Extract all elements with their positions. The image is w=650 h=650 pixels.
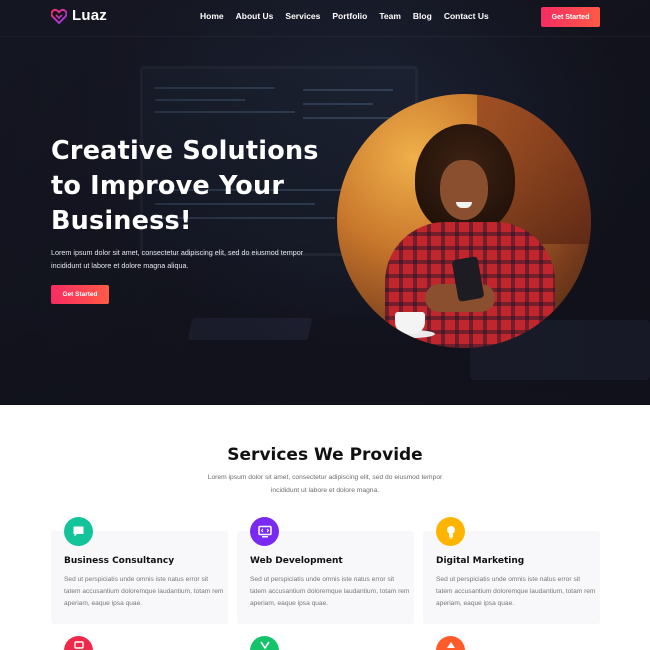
service-card-title: Digital Marketing — [436, 556, 525, 566]
nav-home[interactable]: Home — [200, 11, 224, 21]
lightbulb-icon — [436, 517, 465, 546]
hero-get-started-button[interactable]: Get Started — [51, 285, 109, 304]
nav-get-started-button[interactable]: Get Started — [541, 7, 600, 27]
services-title: Services We Provide — [227, 445, 423, 465]
hero-photo — [337, 94, 591, 348]
monitor-icon — [250, 517, 279, 546]
service-icon-next-row-2 — [250, 636, 279, 650]
service-card-text: Sed ut perspiciatis unde omnis iste natu… — [64, 576, 224, 607]
logo[interactable]: Luaz — [51, 7, 107, 24]
nav-services[interactable]: Services — [285, 11, 320, 21]
services-subtitle: Lorem ipsum dolor sit amet, consectetur … — [207, 474, 443, 494]
nav-portfolio[interactable]: Portfolio — [332, 11, 367, 21]
hero-title: Creative Solutions to Improve Your Busin… — [51, 136, 319, 236]
service-card-text: Sed ut perspiciatis unde omnis iste natu… — [436, 576, 596, 607]
chat-bubble-icon — [64, 517, 93, 546]
service-card-title: Web Development — [250, 556, 343, 566]
brand-name: Luaz — [72, 7, 107, 24]
hero-subtitle: Lorem ipsum dolor sit amet, consectetur … — [51, 248, 304, 270]
top-navigation: Luaz Home About Us Services Portfolio Te… — [0, 0, 650, 36]
service-card-text: Sed ut perspiciatis unde omnis iste natu… — [250, 576, 410, 607]
service-icon-next-row-1 — [64, 636, 93, 650]
service-card-title: Business Consultancy — [64, 556, 175, 566]
nav-contact-us[interactable]: Contact Us — [444, 11, 489, 21]
nav-about-us[interactable]: About Us — [236, 11, 274, 21]
nav-team[interactable]: Team — [379, 11, 401, 21]
service-icon-next-row-3 — [436, 636, 465, 650]
logo-icon — [51, 8, 67, 24]
main-menu: Home About Us Services Portfolio Team Bl… — [200, 11, 489, 21]
nav-blog[interactable]: Blog — [413, 11, 432, 21]
